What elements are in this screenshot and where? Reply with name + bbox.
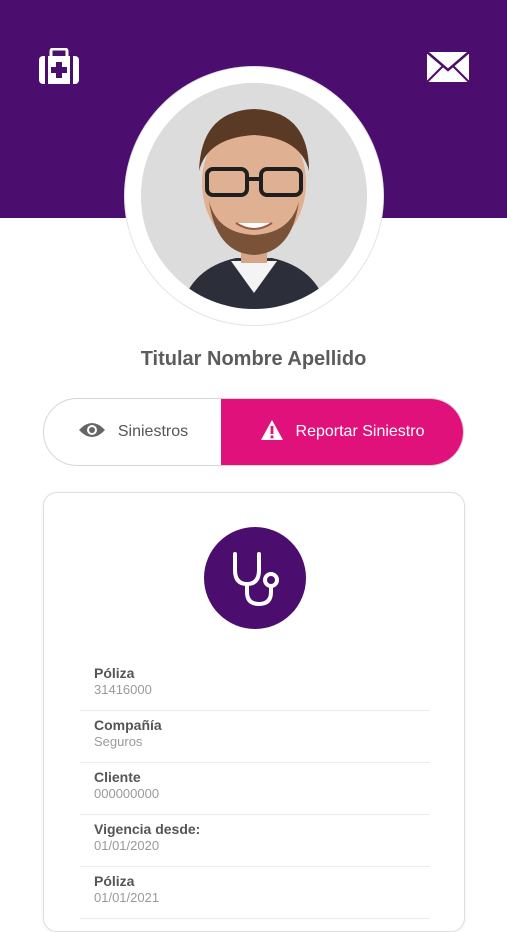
avatar[interactable] — [141, 83, 367, 309]
tab-siniestros[interactable]: Siniestros — [44, 399, 222, 465]
eye-icon — [78, 421, 106, 444]
stethoscope-icon — [204, 527, 306, 629]
policy-details: Póliza 31416000 Compañía Seguros Cliente… — [80, 659, 430, 919]
policy-card: Póliza 31416000 Compañía Seguros Cliente… — [43, 492, 465, 932]
list-item: Cliente 000000000 — [80, 763, 430, 815]
profile-name: Titular Nombre Apellido — [140, 348, 367, 370]
row-label: Vigencia desde: — [94, 821, 201, 837]
segmented-control: Siniestros Reportar Siniestro — [43, 398, 464, 466]
list-item: Póliza 31416000 — [80, 659, 430, 711]
list-item: Compañía Seguros — [80, 711, 430, 763]
row-value: 01/01/2021 — [94, 890, 160, 905]
envelope-icon[interactable] — [426, 48, 470, 89]
row-value: 31416000 — [94, 682, 152, 697]
list-item: Vigencia desde: 01/01/2020 — [80, 815, 430, 867]
row-label: Cliente — [94, 769, 141, 785]
medical-kit-icon[interactable] — [37, 47, 81, 91]
warning-icon — [260, 419, 284, 446]
report-claim-button[interactable]: Reportar Siniestro — [221, 399, 463, 465]
row-label: Compañía — [94, 717, 162, 733]
tab-siniestros-label: Siniestros — [117, 423, 189, 440]
row-label: Póliza — [94, 665, 135, 681]
row-value: 01/01/2020 — [94, 838, 160, 853]
row-label: Póliza — [94, 873, 135, 889]
report-claim-label: Reportar Siniestro — [295, 423, 425, 440]
list-item: Póliza 01/01/2021 — [80, 867, 430, 919]
row-value: Seguros — [94, 734, 143, 749]
row-value: 000000000 — [94, 786, 160, 801]
user-photo — [141, 83, 367, 309]
